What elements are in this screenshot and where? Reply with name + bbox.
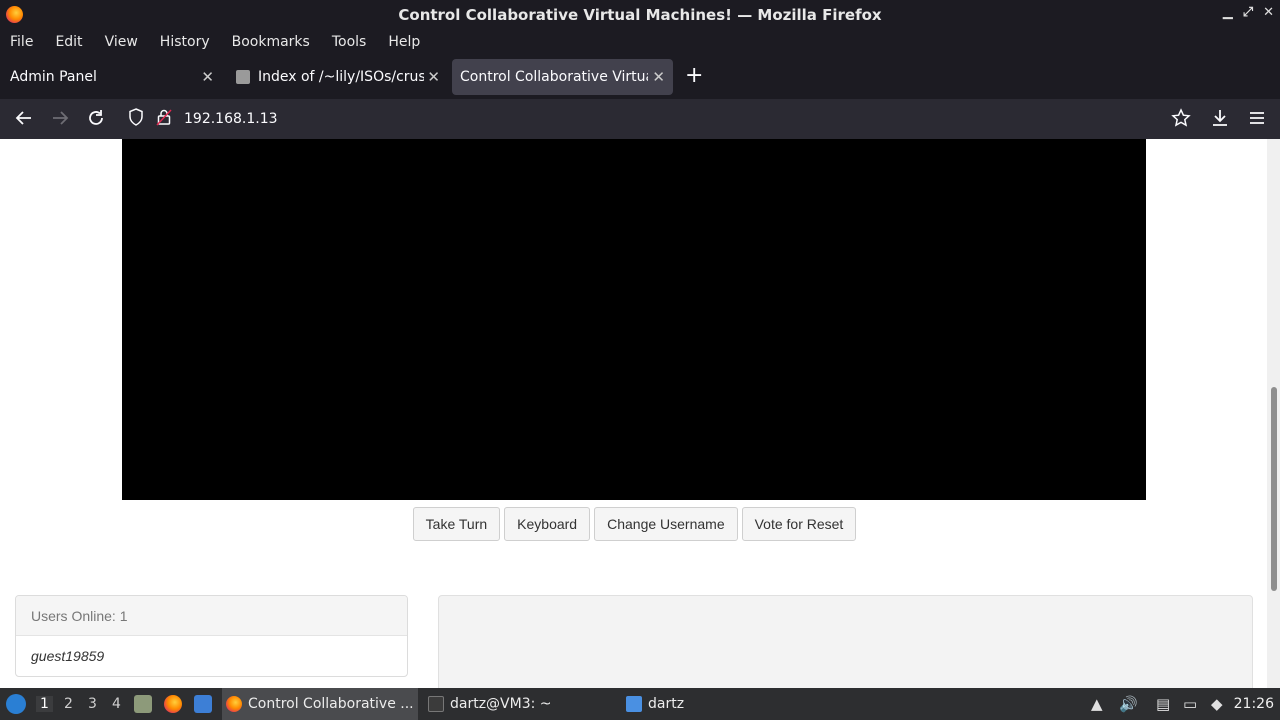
users-online-header: Users Online: 1 xyxy=(16,596,407,636)
shield-icon[interactable] xyxy=(128,108,144,130)
workspace-3[interactable]: 3 xyxy=(88,696,97,712)
downloads-icon[interactable] xyxy=(1210,108,1230,133)
scrollbar-thumb[interactable] xyxy=(1271,387,1277,591)
menu-view[interactable]: View xyxy=(105,34,138,50)
close-tab-icon[interactable]: ✕ xyxy=(427,68,440,86)
vm-display-screen[interactable] xyxy=(122,139,1146,500)
vm-button-row: Take Turn Keyboard Change Username Vote … xyxy=(0,507,1267,541)
keyboard-button[interactable]: Keyboard xyxy=(504,507,591,541)
file-manager-launcher-icon[interactable] xyxy=(134,695,152,713)
tab-label: Index of /~lily/ISOs/crust xyxy=(258,69,424,85)
maximize-icon[interactable]: ⤢ xyxy=(1243,5,1253,20)
url-bar[interactable]: 192.168.1.13 xyxy=(120,103,1160,135)
folder-icon xyxy=(626,696,642,712)
window-title: Control Collaborative Virtual Machines! … xyxy=(398,5,882,24)
reload-icon[interactable] xyxy=(86,108,106,133)
close-tab-icon[interactable]: ✕ xyxy=(652,68,665,86)
tab-label: Admin Panel xyxy=(10,69,97,85)
menu-help[interactable]: Help xyxy=(388,34,420,50)
menu-tools[interactable]: Tools xyxy=(332,34,367,50)
window-titlebar: Control Collaborative Virtual Machines! … xyxy=(0,0,1280,29)
workspace-4[interactable]: 4 xyxy=(112,696,121,712)
hamburger-menu-icon[interactable] xyxy=(1247,108,1267,133)
task-firefox[interactable]: Control Collaborative ... xyxy=(222,688,418,720)
chat-panel xyxy=(438,595,1253,688)
task-label: Control Collaborative ... xyxy=(248,696,414,712)
update-notifier-icon[interactable]: ◆ xyxy=(1211,695,1223,713)
tab-index-of-isos[interactable]: Index of /~lily/ISOs/crust ✕ xyxy=(226,59,448,95)
minimize-icon[interactable]: ▁ xyxy=(1223,5,1233,20)
tab-label: Control Collaborative Virtual xyxy=(460,69,648,85)
close-window-icon[interactable]: ✕ xyxy=(1263,5,1274,20)
tab-admin-panel[interactable]: Admin Panel ✕ xyxy=(0,59,222,95)
close-tab-icon[interactable]: ✕ xyxy=(201,68,214,86)
navigation-toolbar: 192.168.1.13 xyxy=(0,99,1280,139)
menu-bookmarks[interactable]: Bookmarks xyxy=(232,34,310,50)
url-text[interactable]: 192.168.1.13 xyxy=(184,111,278,127)
page-scrollbar[interactable] xyxy=(1267,139,1280,688)
tab-control-collaborative[interactable]: Control Collaborative Virtual ✕ xyxy=(452,59,673,95)
task-label: dartz xyxy=(648,696,685,712)
task-folder[interactable]: dartz xyxy=(624,688,814,720)
take-turn-button[interactable]: Take Turn xyxy=(412,507,501,541)
menu-bar: File Edit View History Bookmarks Tools H… xyxy=(0,29,1280,54)
volume-icon[interactable]: 🔊 xyxy=(1119,695,1138,713)
firefox-icon xyxy=(226,696,242,712)
clipboard-icon[interactable]: ▤ xyxy=(1156,695,1170,713)
menu-file[interactable]: File xyxy=(10,34,33,50)
firefox-launcher-icon[interactable] xyxy=(164,695,182,713)
desktop-taskbar: 1 2 3 4 Control Collaborative ... dartz@… xyxy=(0,688,1280,720)
tab-strip: Admin Panel ✕ Index of /~lily/ISOs/crust… xyxy=(0,54,1280,99)
insecure-lock-icon[interactable] xyxy=(156,108,172,130)
menu-edit[interactable]: Edit xyxy=(55,34,82,50)
bookmark-star-icon[interactable] xyxy=(1171,108,1191,133)
page-icon xyxy=(236,70,250,84)
task-terminal[interactable]: dartz@VM3: ~ xyxy=(424,688,614,720)
vote-for-reset-button[interactable]: Vote for Reset xyxy=(741,507,857,541)
desktop-launcher-icon[interactable] xyxy=(194,695,212,713)
change-username-button[interactable]: Change Username xyxy=(594,507,738,541)
user-list-item: guest19859 xyxy=(31,648,105,664)
forward-arrow-icon[interactable] xyxy=(50,108,70,133)
new-tab-button[interactable]: + xyxy=(685,65,703,87)
workspace-2[interactable]: 2 xyxy=(64,696,73,712)
terminal-icon xyxy=(428,696,444,712)
workspace-1[interactable]: 1 xyxy=(36,696,53,712)
menu-history[interactable]: History xyxy=(160,34,210,50)
task-label: dartz@VM3: ~ xyxy=(450,696,552,712)
firefox-logo-icon xyxy=(6,6,23,23)
network-icon[interactable]: ▭ xyxy=(1183,695,1197,713)
window-controls: ▁ ⤢ ✕ xyxy=(1223,5,1274,20)
start-menu-icon[interactable] xyxy=(6,694,26,714)
web-page-content: Take Turn Keyboard Change Username Vote … xyxy=(0,139,1267,688)
back-arrow-icon[interactable] xyxy=(14,108,34,133)
tray-up-arrow-icon[interactable]: ▲ xyxy=(1091,695,1103,713)
clock: 21:26 xyxy=(1233,696,1274,712)
users-online-panel: Users Online: 1 guest19859 xyxy=(15,595,408,677)
